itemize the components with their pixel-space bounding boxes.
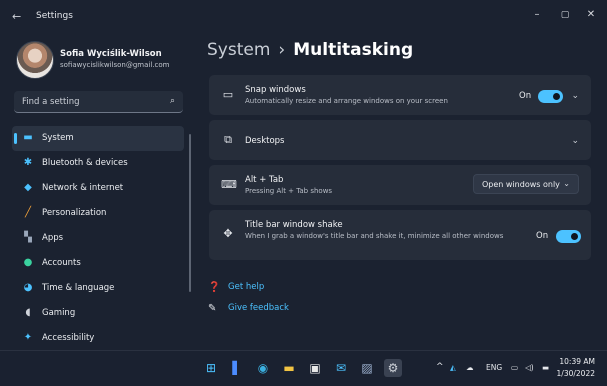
sidebar-item-label: Bluetooth & devices bbox=[42, 158, 128, 168]
accessibility-icon: ✦ bbox=[23, 332, 33, 343]
sidebar-item-gaming[interactable]: ◖ Gaming bbox=[12, 301, 184, 326]
close-button[interactable]: ✕ bbox=[578, 7, 604, 23]
minimize-button[interactable]: – bbox=[524, 7, 550, 23]
sidebar-item-label: Accessibility bbox=[42, 333, 95, 343]
globe-icon: ◕ bbox=[23, 282, 33, 293]
sidebar-scrollbar[interactable] bbox=[189, 134, 191, 292]
monitor-icon: ▬ bbox=[23, 132, 33, 143]
snap-windows-title: Snap windows bbox=[245, 85, 306, 95]
sidebar-item-network-internet[interactable]: ◆ Network & internet bbox=[12, 176, 184, 201]
sidebar-nav: ▬ System ✱ Bluetooth & devices ◆ Network & in… bbox=[12, 126, 184, 350]
sidebar-item-personalization[interactable]: ╱ Personalization bbox=[12, 201, 184, 226]
shake-icon: ✥ bbox=[223, 227, 233, 240]
shake-desc: When I grab a window's title bar and sha… bbox=[245, 232, 504, 240]
sidebar-item-label: System bbox=[42, 133, 74, 143]
sidebar-item-label: Personalization bbox=[42, 208, 107, 218]
controller-icon: ◖ bbox=[25, 307, 31, 318]
settings-icon[interactable]: ⚙ bbox=[384, 359, 402, 377]
window-title: Settings bbox=[36, 11, 73, 21]
sidebar-item-label: Apps bbox=[42, 233, 64, 243]
wifi-icon: ◆ bbox=[24, 182, 32, 193]
sidebar-item-time-language[interactable]: ◕ Time & language bbox=[12, 276, 184, 301]
feedback-icon: ✎ bbox=[208, 303, 217, 314]
title-bar-shake-card: ✥ Title bar window shake When I grab a w… bbox=[209, 210, 591, 260]
alt-tab-dropdown[interactable]: Open windows only ⌄ bbox=[473, 174, 579, 194]
apps-icon: ▚ bbox=[24, 232, 32, 243]
sidebar-item-apps[interactable]: ▚ Apps bbox=[12, 226, 184, 251]
sidebar-item-bluetooth-devices[interactable]: ✱ Bluetooth & devices bbox=[12, 151, 184, 176]
sidebar-item-accounts[interactable]: ● Accounts bbox=[12, 251, 184, 276]
chevron-down-icon[interactable]: ⌄ bbox=[571, 136, 579, 146]
snap-toggle-label: On bbox=[519, 91, 532, 101]
taskbar: ⊞ ▌ ◉ ▬ ▣ ✉ ▨ ⚙ ^ ◭ ☁ ENG ▭ ◁) ▬ 10:39 AM 1/30/… bbox=[0, 350, 607, 386]
snap-windows-card[interactable]: ▭ Snap windows Automatically resize and … bbox=[209, 75, 591, 115]
sidebar-item-system[interactable]: ▬ System bbox=[12, 126, 184, 151]
defender-icon[interactable]: ◭ bbox=[450, 363, 456, 373]
volume-icon[interactable]: ◁) bbox=[525, 363, 534, 373]
chevron-down-icon[interactable]: ⌄ bbox=[571, 91, 579, 101]
alt-tab-card: ⌨ Alt + Tab Pressing Alt + Tab shows Ope… bbox=[209, 165, 591, 205]
start-icon[interactable]: ⊞ bbox=[202, 359, 220, 377]
selection-indicator bbox=[14, 133, 17, 144]
clock-date[interactable]: 1/30/2022 bbox=[557, 369, 595, 378]
chevron-down-icon: ⌄ bbox=[563, 179, 570, 188]
search-input[interactable]: Find a setting ⌕ bbox=[14, 91, 183, 113]
snap-windows-toggle[interactable] bbox=[538, 90, 563, 103]
get-help-text[interactable]: Get help bbox=[228, 282, 264, 292]
network-icon[interactable]: ▭ bbox=[511, 363, 518, 373]
sidebar-item-label: Time & language bbox=[42, 283, 115, 293]
breadcrumb-parent[interactable]: System bbox=[207, 40, 270, 60]
back-arrow-icon[interactable]: ← bbox=[12, 10, 26, 24]
sidebar-item-label: Gaming bbox=[42, 308, 76, 318]
battery-icon[interactable]: ▬ bbox=[542, 363, 549, 373]
give-feedback-text[interactable]: Give feedback bbox=[228, 303, 289, 313]
sidebar-item-label: Accounts bbox=[42, 258, 81, 268]
page-title: Multitasking bbox=[293, 40, 414, 60]
alt-tab-desc: Pressing Alt + Tab shows bbox=[245, 187, 333, 195]
profile-email: sofiawycislikwilson@gmail.com bbox=[60, 61, 170, 69]
profile-name: Sofia Wyciślik-Wilson bbox=[60, 49, 162, 59]
desktops-card[interactable]: ⧉ Desktops ⌄ bbox=[209, 120, 591, 160]
breadcrumb-separator: › bbox=[278, 40, 286, 60]
keyboard-icon: ⌨ bbox=[221, 178, 237, 191]
maximize-button[interactable]: ▢ bbox=[552, 7, 578, 23]
snap-windows-desc: Automatically resize and arrange windows… bbox=[245, 97, 448, 105]
title-bar: ← Settings – ▢ ✕ bbox=[0, 0, 607, 34]
desktops-icon: ⧉ bbox=[224, 133, 232, 146]
shake-title: Title bar window shake bbox=[245, 220, 343, 230]
clock-time[interactable]: 10:39 AM bbox=[559, 357, 595, 366]
edge-icon[interactable]: ◉ bbox=[254, 359, 272, 377]
help-icon: ❓ bbox=[208, 282, 221, 293]
alt-tab-title: Alt + Tab bbox=[245, 175, 284, 185]
search-icon: ⌕ bbox=[169, 96, 175, 106]
widgets-icon[interactable]: ▌ bbox=[228, 359, 246, 377]
shake-toggle[interactable] bbox=[556, 230, 581, 243]
avatar[interactable] bbox=[16, 41, 54, 79]
file-explorer-icon[interactable]: ▬ bbox=[280, 359, 298, 377]
snap-windows-icon: ▭ bbox=[222, 88, 234, 101]
show-hidden-icons-chevron[interactable]: ^ bbox=[436, 362, 444, 372]
language-indicator[interactable]: ENG bbox=[486, 363, 502, 373]
mail-icon[interactable]: ✉ bbox=[332, 359, 350, 377]
search-placeholder: Find a setting bbox=[22, 97, 80, 107]
onedrive-icon[interactable]: ☁ bbox=[466, 363, 474, 373]
desktops-title: Desktops bbox=[245, 136, 285, 146]
sidebar-item-label: Network & internet bbox=[42, 183, 124, 193]
sidebar-item-accessibility[interactable]: ✦ Accessibility bbox=[12, 326, 184, 350]
store-icon[interactable]: ▣ bbox=[306, 359, 324, 377]
bluetooth-icon: ✱ bbox=[23, 157, 33, 168]
breadcrumb: System › Multitasking bbox=[207, 40, 413, 60]
settings-window: ← Settings – ▢ ✕ Sofia Wyciślik-Wilson s… bbox=[0, 0, 607, 350]
person-icon: ● bbox=[23, 257, 33, 268]
alt-tab-dropdown-value: Open windows only bbox=[482, 180, 560, 189]
brush-icon: ╱ bbox=[24, 207, 32, 218]
photos-icon[interactable]: ▨ bbox=[358, 359, 376, 377]
shake-toggle-label: On bbox=[536, 231, 549, 241]
